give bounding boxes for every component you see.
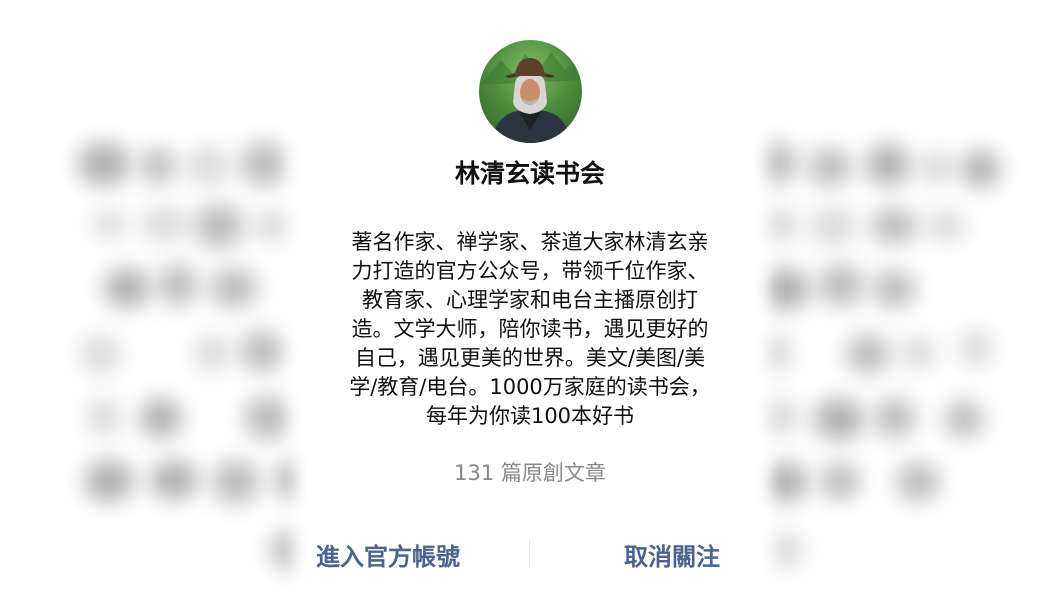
- description-line: 自己，遇见更美的世界。美文/美图/美: [354, 346, 706, 370]
- description-line: 著名作家、禅学家、茶道大家林清玄亲: [351, 230, 709, 254]
- enter-official-account-button[interactable]: 進入官方帳號: [316, 537, 460, 572]
- action-divider: [529, 540, 530, 568]
- account-description: 著名作家、禅学家、茶道大家林清玄亲 力打造的官方公众号，带领千位作家、 教育家、…: [332, 228, 728, 431]
- description-line: 教育家、心理学家和电台主播原创打: [362, 288, 698, 312]
- avatar[interactable]: [479, 40, 582, 143]
- description-line: 力打造的官方公众号，带领千位作家、: [351, 259, 709, 283]
- author-photo-icon: [479, 52, 582, 143]
- unfollow-button[interactable]: 取消關注: [624, 537, 720, 572]
- description-line: 造。文学大师，陪你读书，遇见更好的: [351, 317, 709, 341]
- description-line: 学/教育/电台。1000万家庭的读书会，: [349, 375, 711, 399]
- original-article-count: 131 篇原創文章: [454, 461, 606, 485]
- description-line: 每年为你读100本好书: [425, 404, 635, 428]
- account-name: 林清玄读书会: [454, 159, 605, 188]
- profile-card: 林清玄读书会 著名作家、禅学家、茶道大家林清玄亲 力打造的官方公众号，带领千位作…: [308, 0, 752, 596]
